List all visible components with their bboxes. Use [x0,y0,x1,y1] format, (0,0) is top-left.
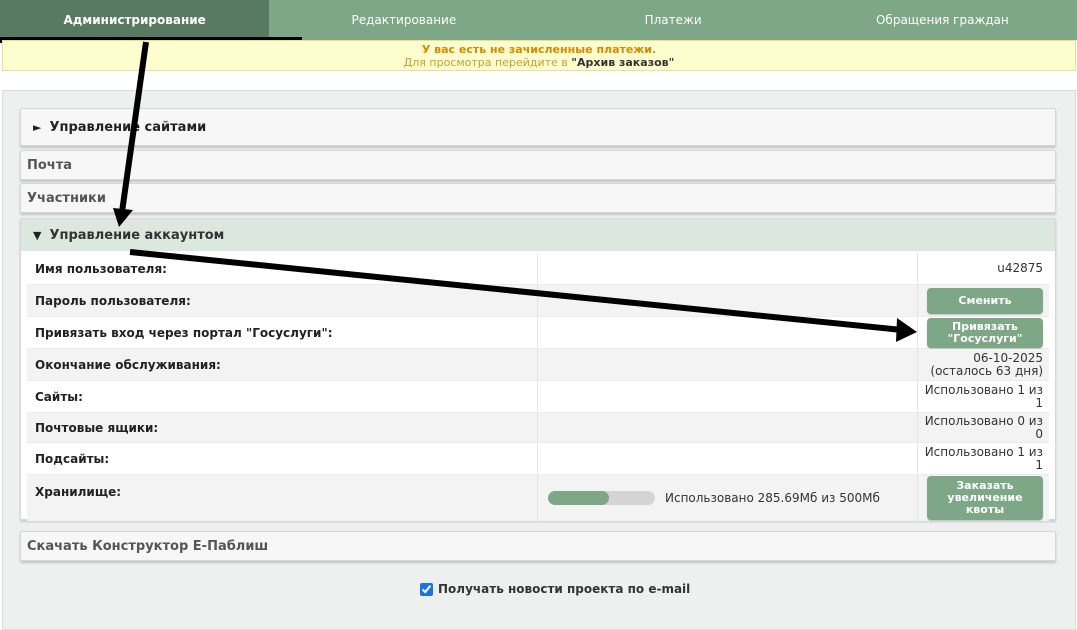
subsites-value: Использовано 1 из 1 [924,444,1043,472]
service-days-left: (осталось 63 дня) [930,363,1043,378]
table-row: Имя пользователя: u42875 [27,253,1049,285]
storage-usage: Использовано 285.69Мб из 500Мб [538,475,918,521]
top-nav: Администрирование Редактирование Платежи… [0,0,1077,40]
storage-progress-bar [548,491,655,505]
link-gosuslugi-button[interactable]: Привязать "Госуслуги" [927,317,1043,348]
section-title: Управление сайтами [49,119,207,135]
table-row: Хранилище: Использовано 285.69Мб из 500М… [27,475,1049,521]
gosuslugi-label: Привязать вход через портал "Госуслуги": [27,317,538,348]
tab-payments[interactable]: Платежи [539,0,808,40]
table-row: Подсайты: Использовано 1 из 1 [27,443,1049,475]
section-sites-management[interactable]: ► Управление сайтами [20,108,1056,146]
service-end-label: Окончание обслуживания: [27,349,538,380]
service-end-date: 06-10-2025 [973,350,1043,365]
payment-notice: У вас есть не зачисленные платежи. Для п… [2,40,1076,71]
sites-label: Сайты: [27,381,538,412]
section-title: Управление аккаунтом [49,227,225,243]
section-title: Скачать Конструктор Е-Паблиш [27,538,269,554]
section-title: Участники [27,190,106,206]
section-members[interactable]: Участники [20,183,1056,213]
storage-progress-fill [548,491,610,505]
username-value: u42875 [997,261,1043,275]
section-title: Почта [27,157,73,173]
notice-subtitle: Для просмотра перейдите в "Архив заказов… [3,56,1075,69]
storage-label: Хранилище: [27,475,538,521]
table-row: Привязать вход через портал "Госуслуги":… [27,317,1049,349]
notice-prefix: Для просмотра перейдите в [403,56,572,69]
orders-archive-link[interactable]: "Архив заказов" [571,56,674,69]
section-account-management[interactable]: ▼ Управление аккаунтом [20,218,1056,252]
sites-value: Использовано 1 из 1 [924,382,1043,410]
tab-editing[interactable]: Редактирование [269,0,538,40]
section-download-constructor[interactable]: Скачать Конструктор Е-Паблиш [20,531,1056,561]
notice-title: У вас есть не зачисленные платежи. [421,43,657,56]
mailboxes-label: Почтовые ящики: [27,413,538,442]
table-row: Сайты: Использовано 1 из 1 [27,381,1049,413]
username-label: Имя пользователя: [27,253,538,284]
storage-text: Использовано 285.69Мб из 500Мб [665,491,880,505]
password-label: Пароль пользователя: [27,285,538,316]
newsletter-checkbox[interactable] [420,582,433,596]
table-row: Пароль пользователя: Сменить [27,285,1049,317]
newsletter-option[interactable]: Получать новости проекта по e-mail [420,582,690,596]
newsletter-label: Получать новости проекта по e-mail [438,582,691,596]
subsites-label: Подсайты: [27,443,538,474]
order-quota-button[interactable]: Заказать увеличение квоты [927,476,1043,520]
change-password-button[interactable]: Сменить [927,287,1043,314]
table-row: Почтовые ящики: Использовано 0 из 0 [27,413,1049,443]
account-table: Имя пользователя: u42875 Пароль пользова… [20,251,1056,521]
expanded-arrow-icon: ▼ [33,228,42,242]
collapsed-arrow-icon: ► [33,120,42,134]
tab-citizen-requests[interactable]: Обращения граждан [808,0,1077,40]
table-row: Окончание обслуживания: 06-10-2025 (оста… [27,349,1049,381]
section-mail[interactable]: Почта [20,150,1056,180]
tab-administration[interactable]: Администрирование [0,0,270,40]
mailboxes-value: Использовано 0 из 0 [924,413,1043,441]
